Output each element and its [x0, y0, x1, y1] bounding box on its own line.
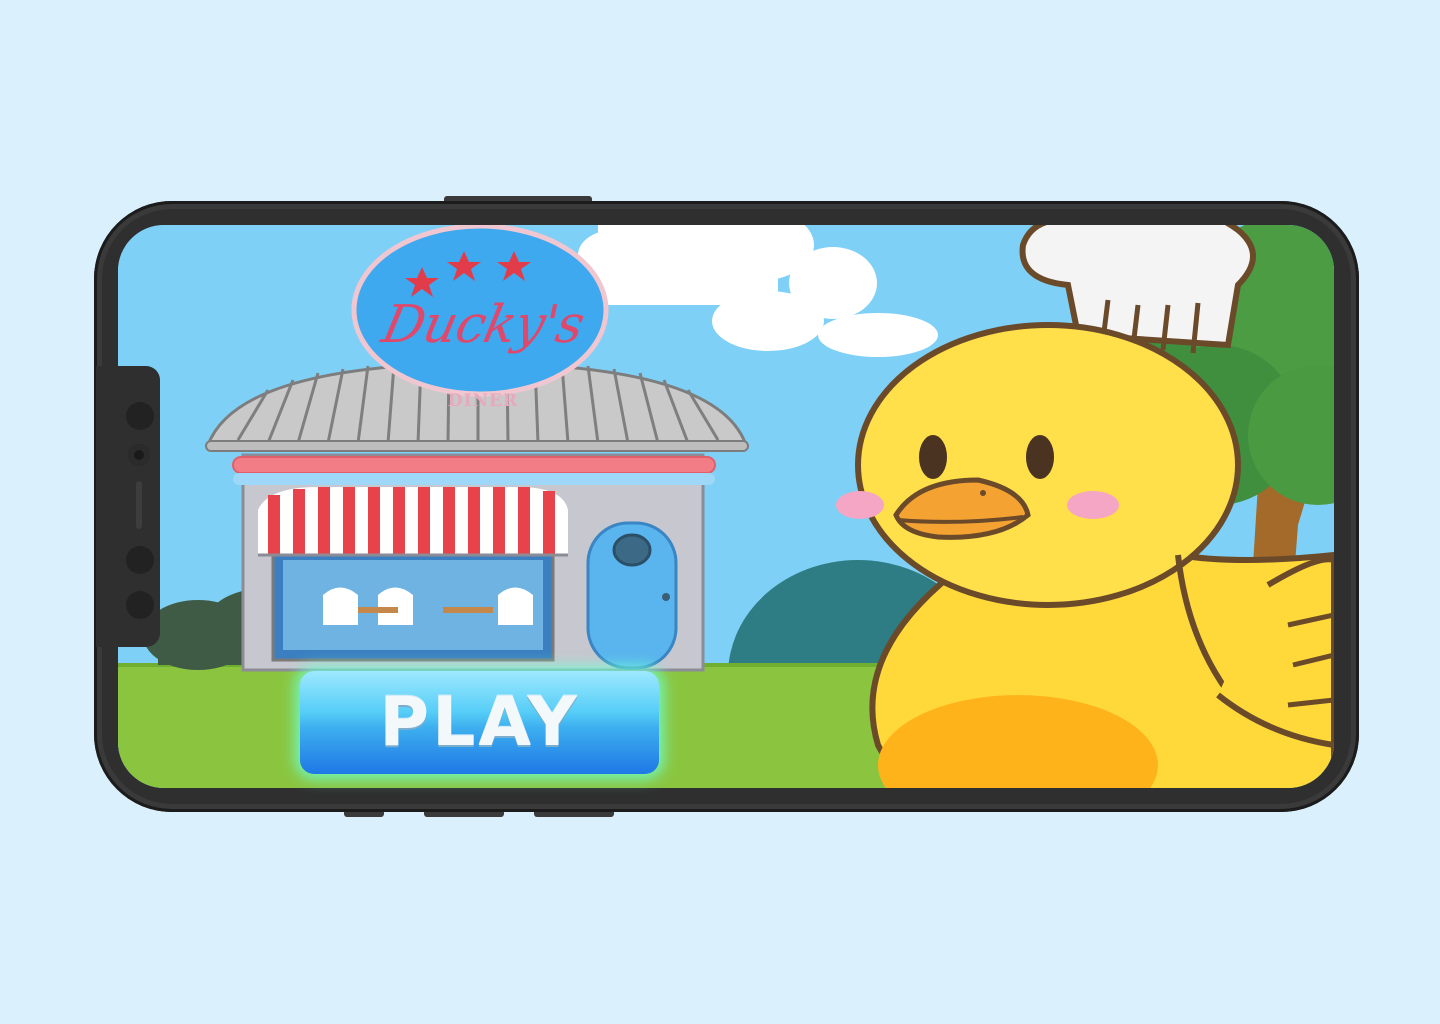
phone-bottom-button — [344, 812, 384, 817]
phone-top-button — [444, 196, 592, 201]
awning — [258, 487, 568, 557]
sensor — [126, 546, 154, 574]
play-button[interactable]: PLAY — [300, 671, 659, 774]
phone-notch — [96, 366, 160, 647]
logo-script-text: Ducky's — [377, 295, 589, 355]
play-button-label: PLAY — [379, 683, 580, 762]
phone-bottom-button — [424, 812, 504, 817]
phone-bottom-button — [534, 812, 614, 817]
sensor — [126, 591, 154, 619]
speaker — [136, 481, 142, 529]
logo-subtitle: DINER — [447, 391, 519, 411]
camera-icon — [128, 444, 150, 466]
sensor — [126, 402, 154, 430]
